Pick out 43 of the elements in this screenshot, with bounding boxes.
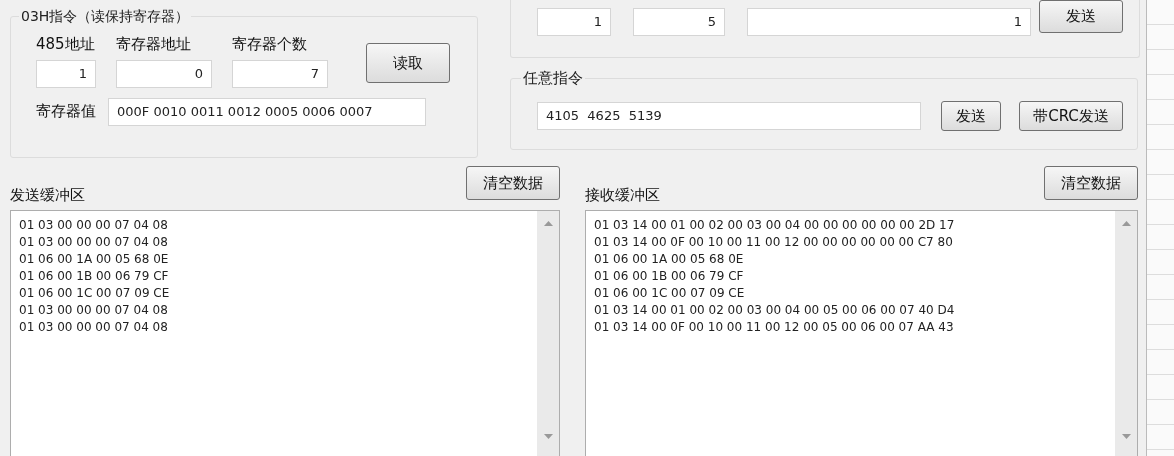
hex-line: 01 06 00 1C 00 07 09 CE [594, 285, 746, 302]
group-title: 03H指令（读保持寄存器） [19, 6, 192, 27]
clear-data-button[interactable]: 清空数据 [466, 166, 560, 200]
scroll-down-icon[interactable] [1121, 434, 1131, 439]
number-field[interactable]: 7 [232, 59, 328, 88]
number-field[interactable]: 0 [116, 59, 212, 88]
send-button[interactable]: 发送 [941, 101, 1001, 131]
hex-line: 01 06 00 1B 00 06 79 CF [19, 268, 170, 285]
read-button[interactable]: 读取 [366, 43, 450, 83]
hex-line: 01 06 00 1A 00 05 68 0E [19, 251, 170, 268]
field-label: 485地址 [36, 34, 96, 55]
scroll-down-icon[interactable] [543, 434, 553, 439]
hex-line: 01 03 00 00 00 07 04 08 [19, 234, 169, 251]
hex-line: 01 03 14 00 0F 00 10 00 11 00 12 00 05 00 06 00 07 AA 43 [594, 319, 955, 336]
register-value-field[interactable]: 000F 0010 0011 0012 0005 0006 0007 [108, 97, 426, 126]
scroll-up-icon[interactable] [543, 221, 553, 226]
number-field[interactable]: 1 [537, 8, 611, 36]
number-field[interactable]: 1 [36, 59, 96, 88]
scroll-up-icon[interactable] [1121, 221, 1131, 226]
hex-line: 01 03 00 00 00 07 04 08 [19, 319, 169, 336]
hex-line: 01 03 00 00 00 07 04 08 [19, 302, 169, 319]
buffer-title: 发送缓冲区 [10, 184, 85, 206]
command-field[interactable]: 4105 4625 5139 [537, 102, 921, 130]
field-label: 寄存器值 [36, 101, 96, 123]
buffer-title: 接收缓冲区 [585, 184, 660, 206]
number-field[interactable]: 1 [747, 8, 1031, 36]
hex-line: 01 03 14 00 0F 00 10 00 11 00 12 00 00 00 00 00 00 C7 80 [594, 234, 954, 251]
buffer-text-area[interactable] [585, 210, 1138, 456]
clear-data-button[interactable]: 清空数据 [1044, 166, 1138, 200]
hex-line: 01 06 00 1C 00 07 09 CE [19, 285, 171, 302]
hex-line: 01 03 14 00 01 00 02 00 03 00 04 00 00 00 00 00 00 2D 17 [594, 217, 956, 234]
hex-line: 01 06 00 1A 00 05 68 0E [594, 251, 745, 268]
hex-line: 01 03 14 00 01 00 02 00 03 00 04 00 05 00 06 00 07 40 D4 [594, 302, 956, 319]
scrollbar[interactable] [537, 211, 559, 456]
send-with-crc-button[interactable]: 带CRC发送 [1019, 101, 1123, 131]
field-label: 寄存器地址 [116, 34, 192, 55]
field-label: 寄存器个数 [232, 34, 308, 55]
number-field[interactable]: 5 [633, 8, 725, 36]
buffer-text-area[interactable]: 01 03 00 00 00 07 04 08 01 03 00 00 00 07 04 08 01 06 00 1A 00 05 68 0E 01 06 00 1B 00 06 79 CF 01 06 00 1C 00 07 09 CE 01 03 00 00 00 07 04 08 01 03 00 00 00 07 04 08 [10, 210, 560, 456]
scrollbar[interactable] [1115, 211, 1137, 456]
hex-line: 01 06 00 1B 00 06 79 CF [594, 268, 745, 285]
send-button[interactable]: 发送 [1039, 0, 1123, 33]
hex-line: 01 03 00 00 00 07 04 08 [19, 217, 169, 234]
